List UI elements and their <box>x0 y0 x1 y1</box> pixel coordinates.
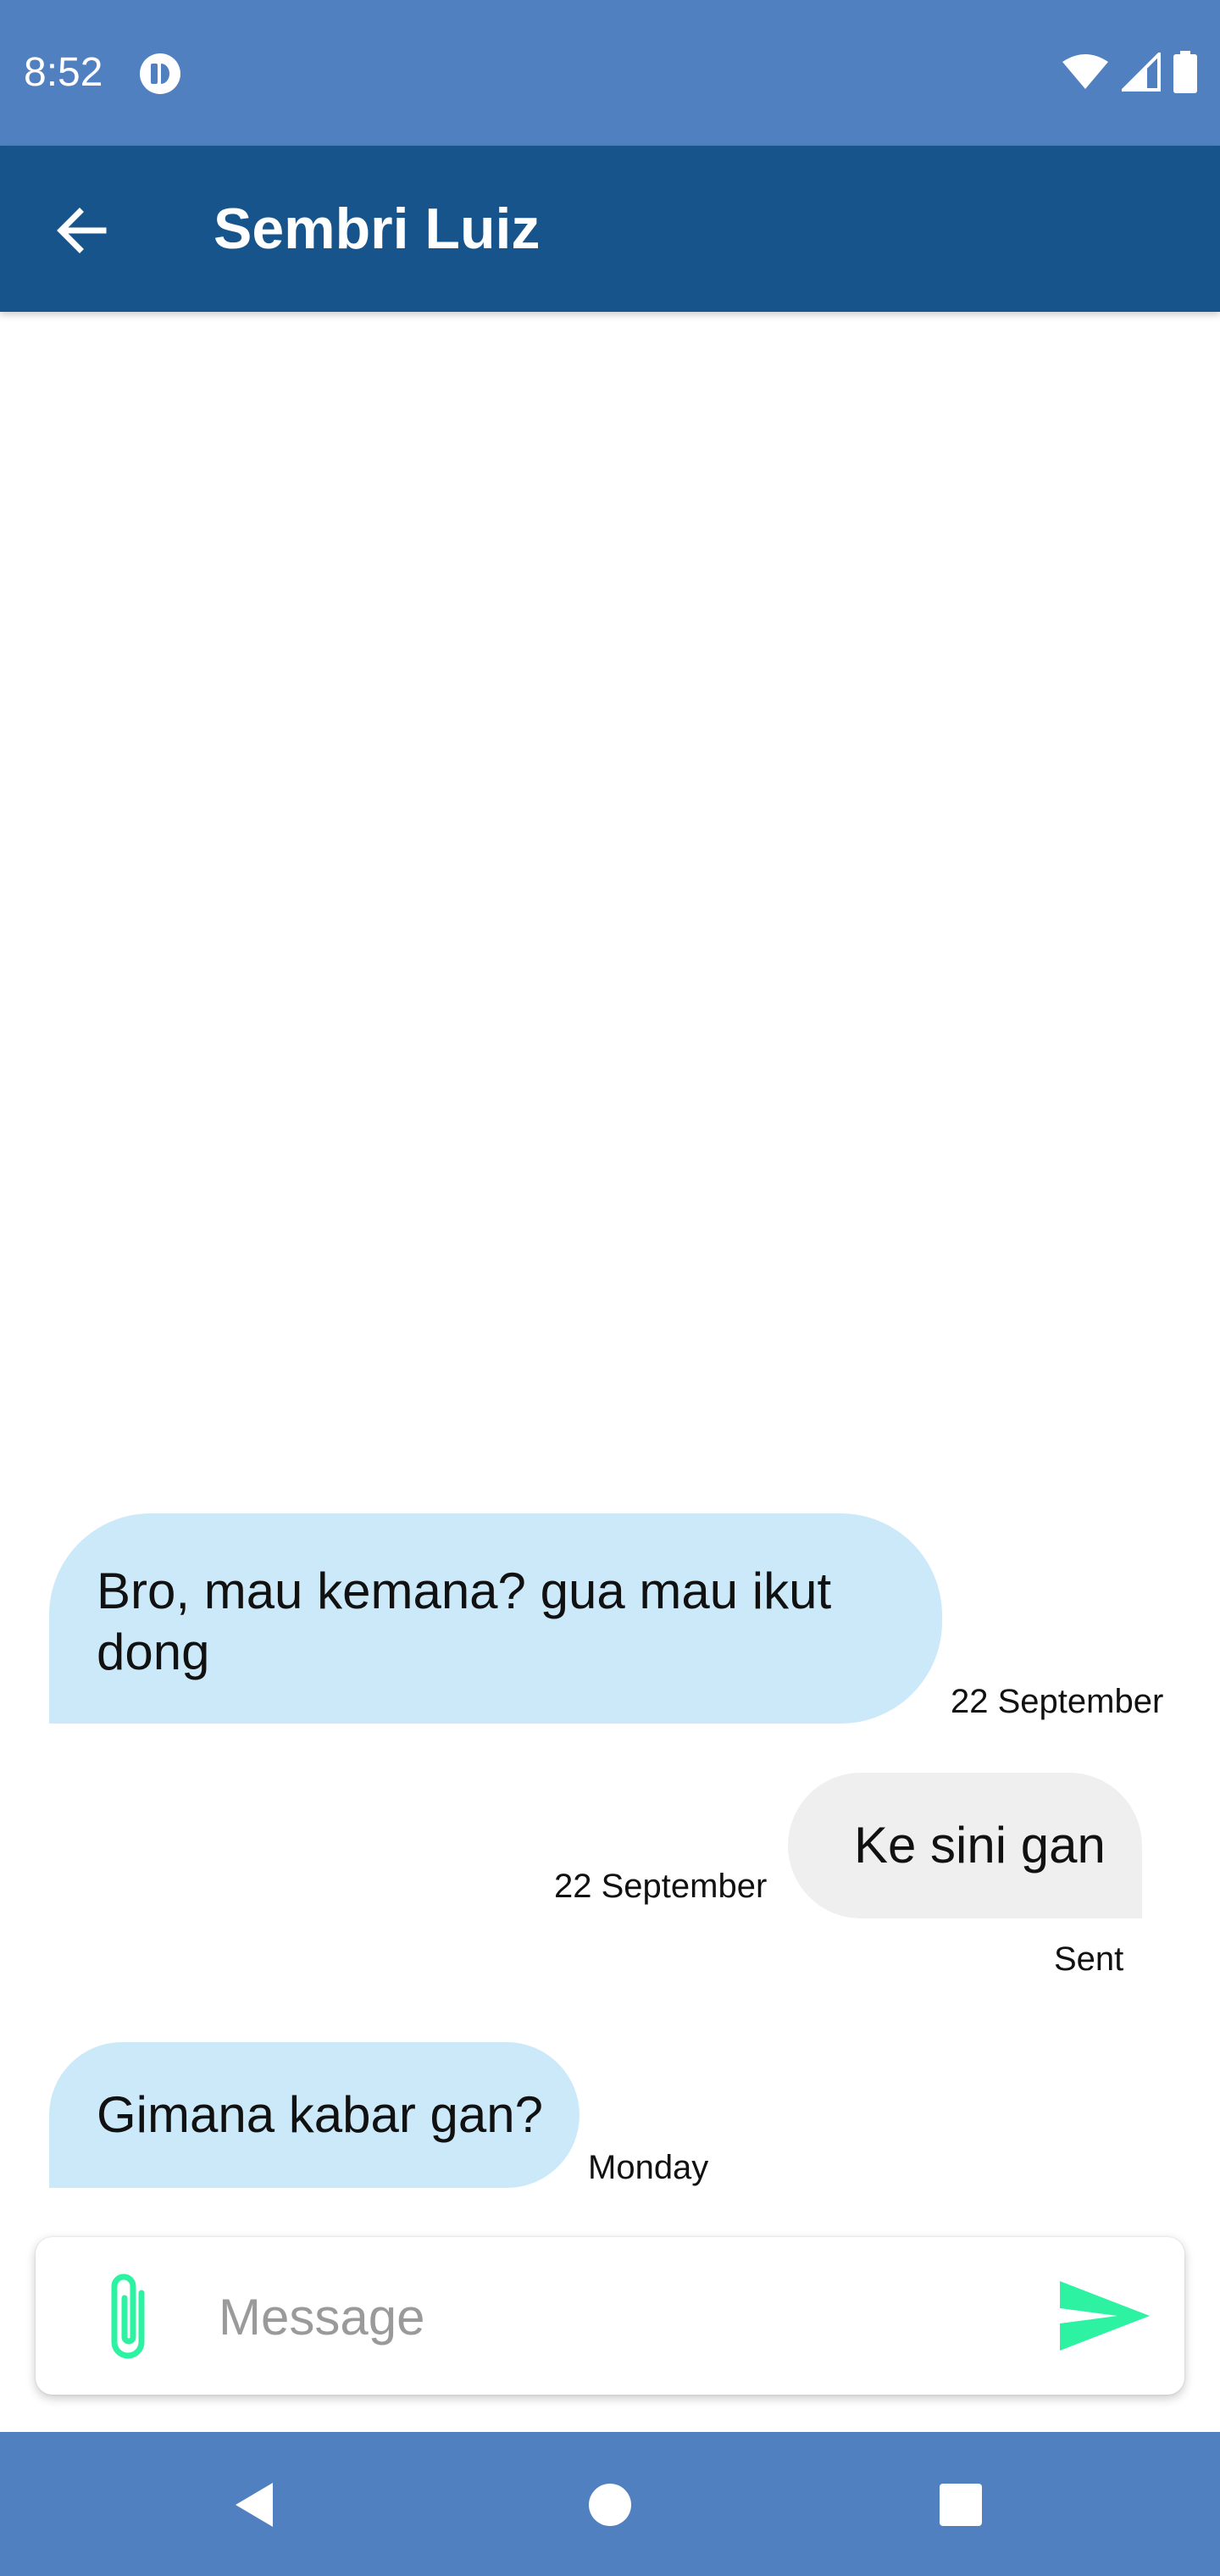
system-navigation-bar <box>0 2432 1220 2576</box>
wifi-icon <box>1062 54 1108 89</box>
message-text-line: Bro, mau kemana? gua mau ikut <box>97 1563 832 1619</box>
nav-recents-icon <box>940 2484 982 2526</box>
paperclip-icon <box>111 2273 145 2359</box>
attach-button[interactable] <box>83 2268 175 2368</box>
nav-back-button[interactable] <box>214 2462 298 2547</box>
app-bar: Sembri Luiz <box>0 146 1220 312</box>
message-text-line: dong <box>97 1624 210 1680</box>
message-timestamp: 22 September <box>554 1868 768 1905</box>
nav-back-icon <box>236 2483 273 2527</box>
message-text: Ke sini gan <box>854 1817 1106 1874</box>
status-time: 8:52 <box>24 50 103 95</box>
message-text: Gimana kabar gan? <box>97 2086 543 2143</box>
battery-icon <box>1173 51 1197 93</box>
message-timestamp: 22 September <box>951 1683 1164 1720</box>
send-icon <box>1060 2281 1150 2351</box>
back-button[interactable] <box>44 193 119 268</box>
status-bar: 8:52 <box>0 0 1220 146</box>
send-button[interactable] <box>1051 2269 1159 2362</box>
outgoing-message-bubble[interactable]: Ke sini gan <box>788 1773 1142 1918</box>
nav-recents-button[interactable] <box>918 2462 1003 2547</box>
nav-home-button[interactable] <box>568 2462 652 2547</box>
incoming-message-bubble[interactable]: Gimana kabar gan? <box>49 2042 580 2188</box>
nav-home-icon <box>589 2484 631 2526</box>
arrow-back-icon <box>57 208 107 253</box>
chat-screen: 8:52 Sembri Luiz Bro, mau kemana? gua ma… <box>0 0 1220 2576</box>
app-notification-icon <box>140 53 180 94</box>
contact-name-title: Sembri Luiz <box>214 197 541 261</box>
message-timestamp: Monday <box>588 2149 709 2186</box>
message-status: Sent <box>1054 1940 1124 1978</box>
message-input[interactable] <box>219 2268 1057 2366</box>
incoming-message-bubble[interactable]: Bro, mau kemana? gua mau ikut dong <box>49 1513 942 1724</box>
status-icons <box>1061 49 1198 95</box>
cellular-signal-icon <box>1122 53 1161 92</box>
message-composer <box>36 2237 1184 2395</box>
